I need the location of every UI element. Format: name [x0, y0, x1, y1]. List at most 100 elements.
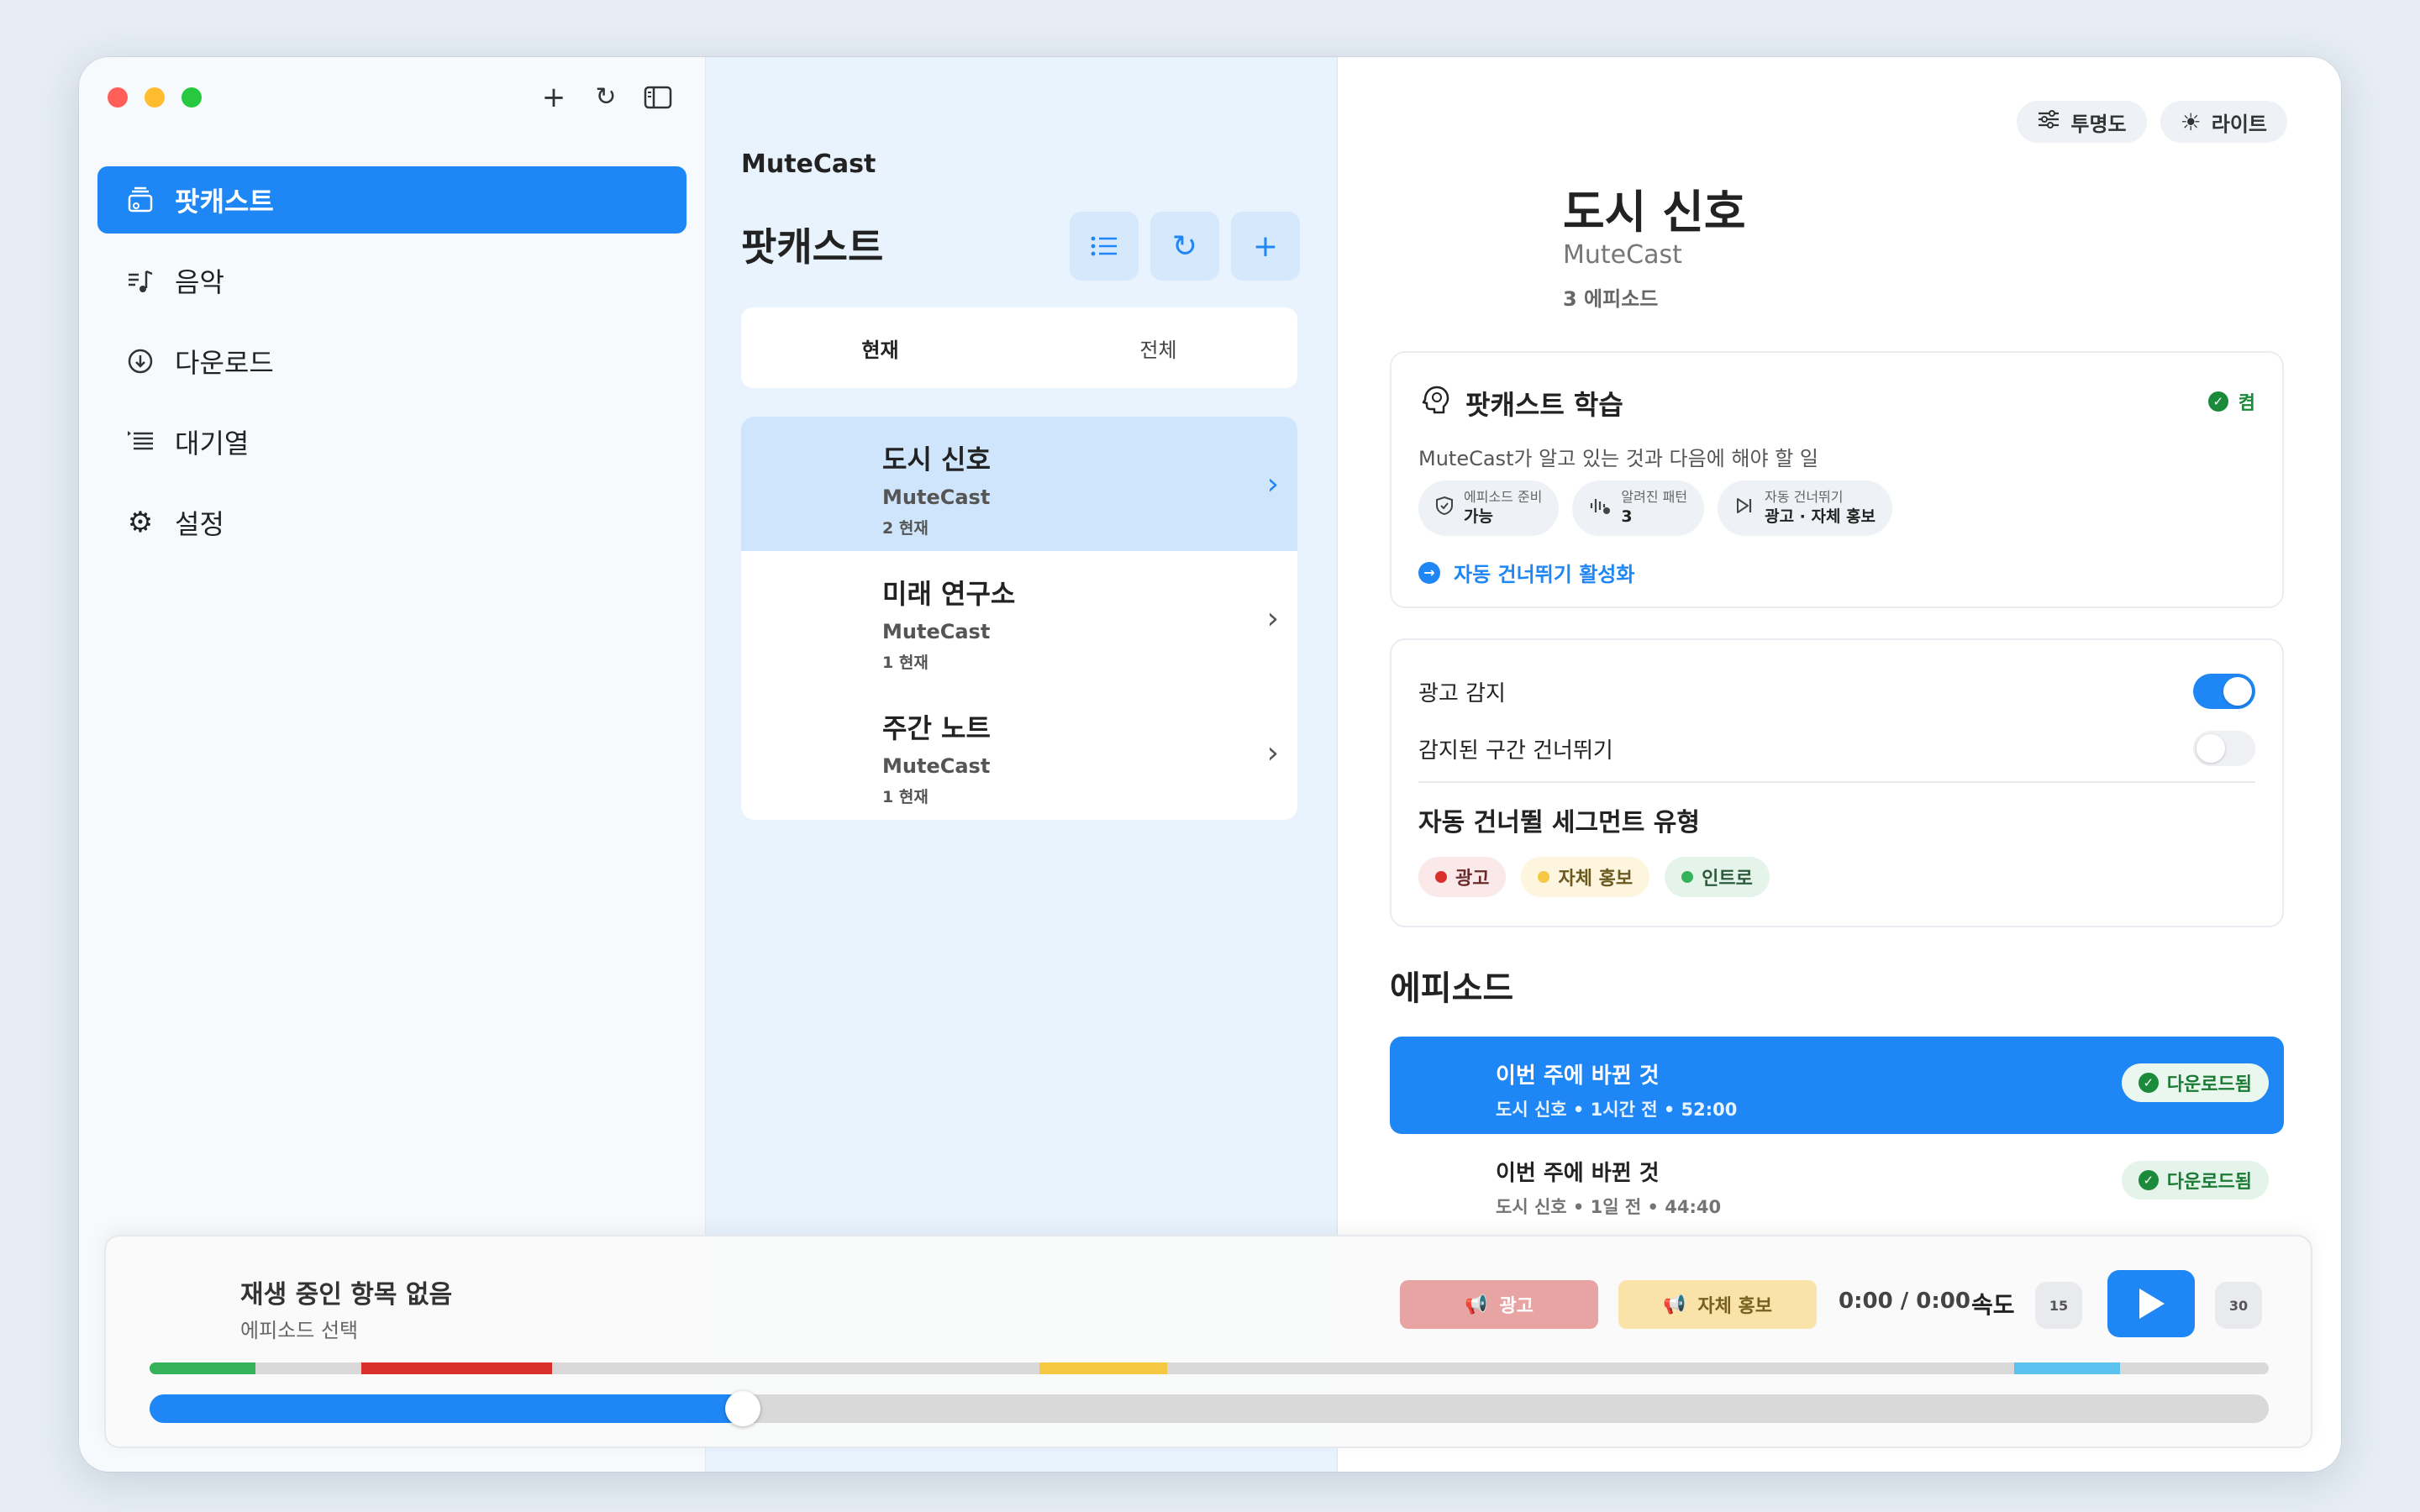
- minimize-window-button[interactable]: [145, 87, 165, 108]
- progress-fill: [150, 1394, 744, 1423]
- skip-forward-value: 30: [2228, 1297, 2249, 1314]
- progress-slider[interactable]: [150, 1391, 2269, 1426]
- sidebar-toggle-icon[interactable]: [641, 81, 675, 114]
- close-window-button[interactable]: [108, 87, 128, 108]
- skip-forward-icon: [1734, 496, 1754, 521]
- stat-label: 에피소드 준비: [1464, 489, 1543, 506]
- skip-promo-label: 자체 홍보: [1697, 1296, 1773, 1317]
- learning-title: 팟캐스트 학습: [1465, 389, 1623, 421]
- skip-ad-label: 광고: [1499, 1296, 1534, 1317]
- podcast-count: 1 현재: [882, 654, 929, 672]
- enable-auto-skip-label: 자동 건너뛰기 활성화: [1454, 563, 1635, 586]
- segment-tag-intro[interactable]: 인트로: [1665, 857, 1770, 897]
- stat-value: 가능: [1464, 507, 1493, 527]
- progress-thumb[interactable]: [725, 1391, 761, 1426]
- learning-status-label: 켬: [2238, 393, 2255, 414]
- now-playing-title: 재생 중인 항목 없음: [240, 1280, 453, 1310]
- red-dot-icon: [1435, 871, 1447, 883]
- podcast-row[interactable]: 미래 연구소 MuteCast 1 현재 ›: [741, 551, 1297, 685]
- theme-label: 라이트: [2211, 112, 2267, 136]
- podcast-row[interactable]: 도시 신호 MuteCast 2 현재 ›: [741, 417, 1297, 551]
- learning-header: 팟캐스트 학습: [1418, 383, 1623, 423]
- ad-settings-card: 광고 감지 감지된 구간 건너뛰기 자동 건너뛸 세그먼트 유형 광고 자체 홍…: [1390, 638, 2284, 927]
- podcast-count: 1 현재: [882, 788, 929, 806]
- segment-tag-ad[interactable]: 광고: [1418, 857, 1507, 897]
- skip-forward-30-icon[interactable]: 30: [2215, 1282, 2262, 1329]
- podcast-list: 도시 신호 MuteCast 2 현재 › 미래 연구소 MuteCast 1 …: [741, 417, 1297, 820]
- episode-row[interactable]: 이번 주에 바뀐 것 도시 신호 • 1시간 전 • 52:00 ✓ 다운로드됨: [1390, 1037, 2284, 1134]
- enable-auto-skip-link[interactable]: → 자동 건너뛰기 활성화: [1418, 558, 1634, 587]
- megaphone-icon: 📢: [1465, 1294, 1488, 1315]
- ad-detect-label: 광고 감지: [1418, 680, 1506, 706]
- podcast-author: MuteCast: [1563, 240, 1682, 270]
- ad-detect-row: 광고 감지: [1418, 670, 2255, 712]
- learning-subtitle: MuteCast가 알고 있는 것과 다음에 해야 할 일: [1418, 447, 1818, 470]
- waveform-icon: [1589, 496, 1611, 521]
- sidebar-item-label: 설정: [175, 508, 224, 540]
- zoom-window-button[interactable]: [182, 87, 202, 108]
- arrow-right-circle-icon: →: [1418, 561, 1440, 584]
- add-icon[interactable]: +: [537, 81, 571, 114]
- segment-types-heading: 자동 건너뛸 세그먼트 유형: [1418, 808, 1700, 837]
- skip-detected-row: 감지된 구간 건너뛰기: [1418, 727, 2255, 769]
- podcast-row[interactable]: 주간 노트 MuteCast 1 현재 ›: [741, 685, 1297, 820]
- refresh-icon: ↻: [1171, 228, 1198, 264]
- sidebar-item-label: 팟캐스트: [175, 186, 274, 218]
- tag-label: 인트로: [1702, 869, 1753, 890]
- playback-speed-button[interactable]: 속도: [1971, 1287, 2015, 1320]
- downloaded-badge: ✓ 다운로드됨: [2121, 1161, 2269, 1200]
- skip-back-15-icon[interactable]: 15: [2035, 1282, 2082, 1329]
- sidebar-item-downloads[interactable]: 다운로드: [97, 328, 687, 395]
- stat-value: 광고 · 자체 홍보: [1765, 507, 1876, 527]
- opacity-button[interactable]: 투명도: [2017, 101, 2147, 143]
- stat-pill-known-patterns: 알려진 패턴 3: [1572, 480, 1705, 536]
- skip-ad-button[interactable]: 📢 광고: [1400, 1280, 1598, 1329]
- megaphone-icon: 📢: [1662, 1294, 1686, 1315]
- play-button[interactable]: [2107, 1270, 2195, 1337]
- chevron-right-icon: ›: [1266, 601, 1279, 636]
- skip-segment-marker: [1039, 1362, 1167, 1374]
- skip-back-value: 15: [2049, 1297, 2069, 1314]
- segment-type-tags: 광고 자체 홍보 인트로: [1418, 857, 1770, 897]
- learning-status: ✓ 켬: [2207, 388, 2255, 415]
- badge-label: 다운로드됨: [2166, 1074, 2252, 1095]
- sidebar-item-queue[interactable]: 대기열: [97, 408, 687, 475]
- skip-promo-button[interactable]: 📢 자체 홍보: [1618, 1280, 1817, 1329]
- sidebar-item-podcasts[interactable]: 팟캐스트: [97, 166, 687, 234]
- segment-tag-promo[interactable]: 자체 홍보: [1521, 857, 1650, 897]
- sidebar-item-settings[interactable]: ⚙ 설정: [97, 489, 687, 556]
- episode-row[interactable]: 이번 주에 바뀐 것 도시 신호 • 1일 전 • 44:40 ✓ 다운로드됨: [1390, 1134, 2284, 1231]
- list-view-button[interactable]: [1070, 212, 1139, 281]
- theme-button[interactable]: ☀ 라이트: [2160, 101, 2287, 143]
- now-playing-subtitle: 에피소드 선택: [240, 1319, 359, 1342]
- divider: [1418, 781, 2255, 783]
- window-controls: [108, 87, 202, 108]
- opacity-label: 투명도: [2070, 112, 2127, 136]
- stat-label: 자동 건너뛰기: [1765, 489, 1844, 506]
- sidebar-toolbar: + ↻: [537, 81, 675, 114]
- podcast-stack-icon: [123, 182, 158, 218]
- tab-all[interactable]: 전체: [1019, 307, 1297, 388]
- skip-detected-toggle[interactable]: [2193, 731, 2255, 766]
- skip-segment-marker: [2014, 1362, 2121, 1374]
- downloaded-badge: ✓ 다운로드됨: [2121, 1063, 2269, 1102]
- gear-icon: ⚙: [127, 506, 154, 539]
- refresh-icon[interactable]: ↻: [589, 81, 623, 114]
- plus-icon: +: [1252, 228, 1279, 264]
- yellow-dot-icon: [1538, 871, 1550, 883]
- add-podcast-button[interactable]: +: [1231, 212, 1300, 281]
- sidebar-item-music[interactable]: 음악: [97, 247, 687, 314]
- stat-label: 알려진 패턴: [1621, 489, 1688, 506]
- tab-current[interactable]: 현재: [741, 307, 1019, 388]
- now-playing-bar: 재생 중인 항목 없음 에피소드 선택 📢 광고 📢 자체 홍보 0:00 / …: [104, 1235, 2312, 1448]
- chevron-right-icon: ›: [1266, 467, 1279, 501]
- pane-actions: ↻ +: [1070, 212, 1300, 281]
- podcast-count: 2 현재: [882, 519, 929, 538]
- podcast-title: 도시 신호: [1563, 186, 1746, 239]
- refresh-button[interactable]: ↻: [1150, 212, 1219, 281]
- shield-check-icon: [1435, 496, 1454, 521]
- podcast-author: MuteCast: [882, 620, 991, 643]
- ad-detect-toggle[interactable]: [2193, 674, 2255, 709]
- app-name: MuteCast: [741, 150, 876, 179]
- podcast-author: MuteCast: [882, 754, 991, 778]
